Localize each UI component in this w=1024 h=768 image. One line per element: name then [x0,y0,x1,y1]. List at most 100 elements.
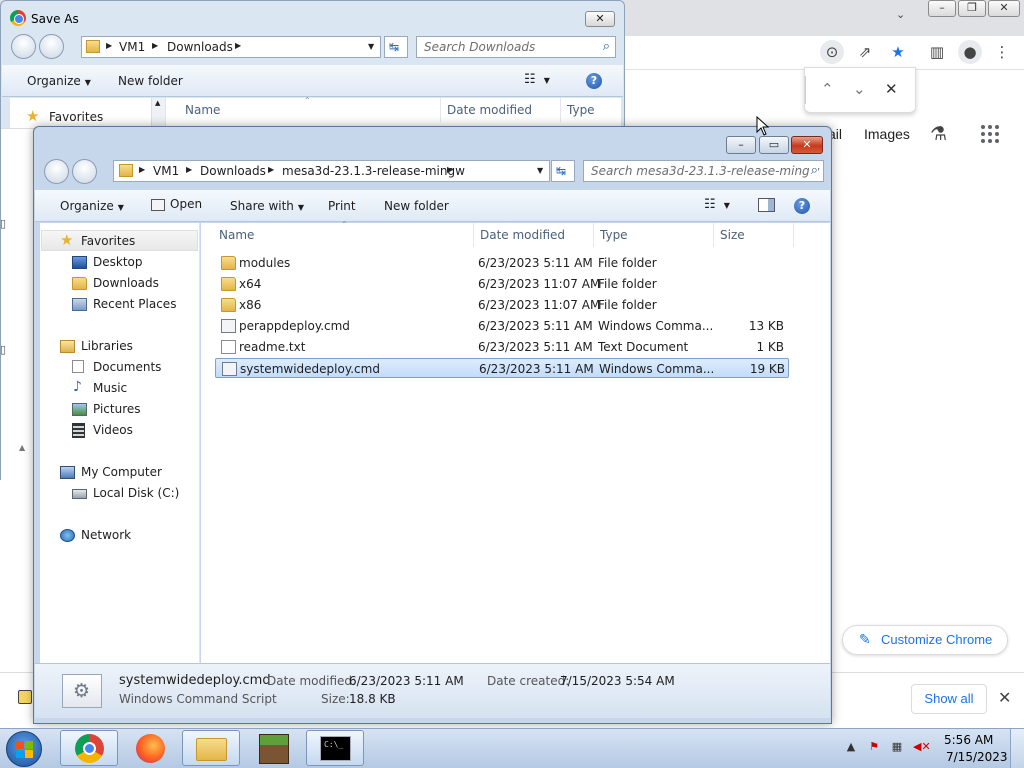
column-type[interactable]: Type [594,223,714,247]
clock-date[interactable]: 7/15/2023 [946,750,1008,764]
nav-videos[interactable]: Videos [72,423,133,438]
find-previous-icon[interactable]: ⌃ [821,80,834,98]
view-options-icon[interactable]: ☷ ▼ [524,72,550,87]
show-desktop-button[interactable] [1010,729,1024,768]
show-all-downloads-button[interactable]: Show all [911,684,987,714]
network-tray-icon[interactable]: ▦ [890,740,904,754]
breadcrumb-mesa3d-folder[interactable]: mesa3d-23.1.3-release-mingw [282,164,465,178]
new-folder-button[interactable]: New folder [118,74,183,88]
images-link[interactable]: Images [864,126,910,142]
nav-recent-places[interactable]: Recent Places [72,297,176,311]
action-center-flag-icon[interactable]: ⚑ [867,740,881,754]
share-icon[interactable]: ⇗ [853,40,877,64]
scroll-up-icon[interactable]: ▲ [19,443,25,452]
volume-muted-icon[interactable]: ◀✕ [913,740,931,754]
chrome-close-button[interactable]: ✕ [988,0,1020,17]
nav-desktop[interactable]: Desktop [72,255,143,269]
start-button[interactable] [6,731,42,767]
close-button[interactable]: ✕ [791,136,823,154]
download-shelf-close-icon[interactable]: ✕ [998,688,1011,707]
save-as-nav-scrollbar[interactable]: ▲ [151,98,165,126]
taskbar-command-prompt[interactable]: C:\_ [306,730,364,766]
nav-favorites[interactable]: ★ Favorites [60,231,135,249]
taskbar-chrome[interactable] [60,730,118,766]
file-row[interactable]: x64 6/23/2023 11:07 AM File folder [215,274,789,294]
print-button[interactable]: Print [328,199,356,213]
breadcrumb-vm1[interactable]: VM1 [119,40,145,54]
breadcrumb-arrow-icon[interactable]: ▶ [152,41,158,50]
nav-pictures[interactable]: Pictures [72,402,141,416]
file-row[interactable]: modules 6/23/2023 5:11 AM File folder [215,253,789,273]
customize-chrome-button[interactable]: ✎ Customize Chrome [842,625,1008,655]
google-apps-icon[interactable] [980,124,1000,144]
back-button[interactable] [44,159,69,184]
nav-libraries[interactable]: Libraries [60,339,133,353]
tab-search-chevron-icon[interactable]: ⌄ [896,8,905,21]
share-with-button[interactable]: Share with ▼ [230,199,304,213]
new-folder-button[interactable]: New folder [384,199,449,213]
view-options-icon[interactable]: ☷ ▼ [704,197,730,212]
address-dropdown-icon[interactable]: ▼ [537,166,543,175]
side-panel-icon[interactable]: ▥ [925,40,949,64]
address-bar[interactable]: ▶ VM1 ▶ Downloads ▶ mesa3d-23.1.3-releas… [113,160,550,182]
column-date-modified[interactable]: Date modified [441,98,561,122]
help-icon[interactable]: ? [794,198,810,214]
file-row[interactable]: perappdeploy.cmd 6/23/2023 5:11 AM Windows… [215,316,789,336]
forward-button[interactable] [39,34,64,59]
file-row[interactable]: systemwidedeploy.cmd 6/23/2023 5:11 AM Win… [215,358,789,378]
taskbar-file-explorer[interactable] [182,730,240,766]
profile-avatar[interactable]: ● [958,40,982,64]
refresh-button[interactable]: ↹ [551,160,575,182]
address-dropdown-icon[interactable]: ▼ [368,42,374,51]
lens-icon[interactable]: ⊙ [820,40,844,64]
minimize-button[interactable]: – [726,136,756,154]
forward-button[interactable] [72,159,97,184]
preview-pane-icon[interactable] [758,198,775,212]
taskbar-firefox[interactable] [121,730,179,766]
breadcrumb-arrow-icon[interactable]: ▶ [186,165,192,174]
nav-downloads[interactable]: Downloads [72,276,159,290]
search-input[interactable]: Search mesa3d-23.1.3-release-mingw ⌕ [583,160,824,182]
bookmark-star-icon[interactable]: ★ [886,40,910,64]
maximize-button[interactable]: ▭ [759,136,789,154]
nav-my-computer[interactable]: My Computer [60,465,162,479]
taskbar-minecraft[interactable] [244,730,302,766]
chrome-menu-icon[interactable]: ⋮ [990,40,1014,64]
column-size[interactable]: Size [714,223,794,247]
nav-network[interactable]: Network [60,528,131,542]
breadcrumb-arrow-icon[interactable]: ▶ [268,165,274,174]
nav-music[interactable]: ♪ Music [72,379,127,395]
nav-documents[interactable]: Documents [72,360,161,374]
organize-button[interactable]: Organize ▼ [60,199,124,213]
chrome-minimize-button[interactable]: – [928,0,956,17]
find-close-icon[interactable]: ✕ [885,80,898,98]
breadcrumb-vm1[interactable]: VM1 [153,164,179,178]
breadcrumb-arrow-icon[interactable]: ▶ [106,41,112,50]
nav-favorites[interactable]: ★ Favorites [26,107,103,125]
breadcrumb-downloads[interactable]: Downloads [167,40,233,54]
breadcrumb-arrow-icon[interactable]: ▶ [235,41,241,50]
chrome-maximize-button[interactable]: ❐ [958,0,986,17]
download-file-icon[interactable] [18,690,32,704]
column-date-modified[interactable]: Date modified [474,223,594,247]
refresh-button[interactable]: ↹ [384,36,408,58]
help-icon[interactable]: ? [586,73,602,89]
breadcrumb-downloads[interactable]: Downloads [200,164,266,178]
file-row[interactable]: readme.txt 6/23/2023 5:11 AM Text Document… [215,337,789,357]
labs-flask-icon[interactable]: ⚗ [930,123,947,145]
find-next-icon[interactable]: ⌄ [853,80,866,98]
open-button[interactable]: Open [151,197,202,211]
show-hidden-icons[interactable]: ▲ [844,740,858,754]
breadcrumb-arrow-icon[interactable]: ▶ [447,165,453,174]
save-as-address-bar[interactable]: ▶ VM1 ▶ Downloads ▶ ▼ [81,36,381,58]
breadcrumb-arrow-icon[interactable]: ▶ [139,165,145,174]
nav-local-disk[interactable]: Local Disk (C:) [72,486,179,500]
back-button[interactable] [11,34,36,59]
file-row[interactable]: x86 6/23/2023 11:07 AM File folder [215,295,789,315]
organize-button[interactable]: Organize ▼ [27,74,91,88]
scroll-up-icon[interactable]: ▲ [155,99,160,107]
clock-time[interactable]: 5:56 AM [944,733,993,747]
save-as-close-button[interactable]: ✕ [585,11,615,27]
column-type[interactable]: Type [561,98,621,122]
save-as-search-input[interactable]: Search Downloads ⌕ [416,36,616,58]
